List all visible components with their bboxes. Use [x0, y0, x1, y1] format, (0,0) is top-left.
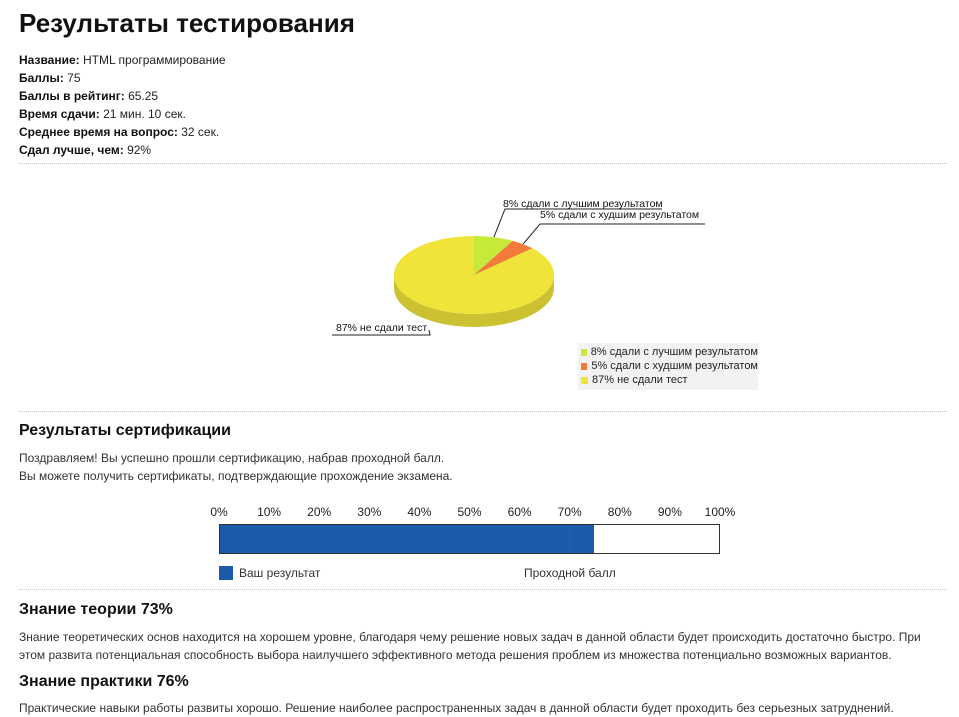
result-bar [219, 524, 720, 554]
pie-chart: 8% сдали с лучшим результатом5% сдали с … [332, 198, 705, 336]
tick-label: 60% [507, 505, 532, 519]
cert-heading: Результаты сертификации [19, 422, 231, 439]
info-label: Время сдачи: [19, 107, 100, 121]
pie-data-label: 87% не сдали тест [336, 322, 427, 334]
tick-label: 40% [407, 505, 432, 519]
cert-line-2: Вы можете получить сертификаты, подтверж… [19, 469, 453, 483]
theory-text: Знание теоретических основ находится на … [19, 630, 921, 662]
info-row: Название: HTML программирование [19, 51, 226, 69]
tick-label: 50% [457, 505, 482, 519]
test-info: Название: HTML программирование Баллы: 7… [19, 51, 226, 159]
legend-label: Ваш результат [239, 566, 321, 580]
info-value: HTML программирование [82, 53, 226, 67]
info-label: Баллы: [19, 71, 64, 85]
info-row: Сдал лучше, чем: 92% [19, 141, 226, 159]
info-row: Баллы: 75 [19, 69, 226, 87]
practice-heading: Знание практики 76% [19, 673, 189, 690]
info-label: Сдал лучше, чем: [19, 143, 124, 157]
info-row: Среднее время на вопрос: 32 сек. [19, 123, 226, 141]
info-value: 32 сек. [181, 125, 220, 139]
result-bar-fill [220, 525, 595, 553]
info-value: 75 [67, 71, 81, 85]
tick-label: 30% [357, 505, 382, 519]
legend-label: 8% сдали с лучшим результатом [590, 346, 758, 358]
legend-swatch [219, 566, 233, 580]
pass-score-marker [569, 525, 571, 553]
bar-legend-pass: Проходной балл [524, 566, 616, 580]
tick-label: 90% [657, 505, 682, 519]
tick-label: 20% [307, 505, 332, 519]
info-value: 92% [127, 143, 152, 157]
legend-item: 5% сдали с худшим результатом [581, 359, 758, 373]
cert-line-1: Поздравляем! Вы успешно прошли сертифика… [19, 451, 445, 465]
legend-label: 5% сдали с худшим результатом [591, 360, 758, 372]
tick-label: 100% [704, 505, 736, 519]
info-value: 21 мин. 10 сек. [103, 107, 186, 121]
divider [19, 589, 947, 590]
legend-item: 87% не сдали тест [581, 373, 758, 387]
pie-data-label: 5% сдали с худшим результатом [540, 209, 699, 221]
legend-swatch [581, 348, 587, 356]
theory-heading: Знание теории 73% [19, 601, 173, 618]
legend-item: 8% сдали с лучшим результатом [581, 345, 758, 359]
info-label: Среднее время на вопрос: [19, 125, 178, 139]
info-value: 65.25 [128, 89, 159, 103]
callout-line [522, 223, 705, 245]
practice-text: Практические навыки работы развиты хорош… [19, 701, 894, 715]
legend-swatch [581, 362, 588, 370]
legend-swatch [581, 376, 588, 384]
info-row: Время сдачи: 21 мин. 10 сек. [19, 105, 226, 123]
bar-legend-result: Ваш результат [219, 566, 320, 580]
info-row: Баллы в рейтинг: 65.25 [19, 87, 226, 105]
pie-legend: 8% сдали с лучшим результатом 5% сдали с… [578, 343, 758, 390]
results-page: Результаты тестирования Название: HTML п… [0, 0, 959, 717]
tick-label: 0% [210, 505, 228, 519]
info-label: Название: [19, 53, 80, 67]
divider [19, 163, 947, 164]
page-title: Результаты тестирования [19, 8, 355, 38]
legend-label: Проходной балл [524, 566, 616, 580]
legend-label: 87% не сдали тест [592, 374, 688, 386]
tick-label: 70% [557, 505, 582, 519]
tick-label: 80% [607, 505, 632, 519]
info-label: Баллы в рейтинг: [19, 89, 125, 103]
divider [19, 411, 947, 412]
tick-label: 10% [257, 505, 282, 519]
